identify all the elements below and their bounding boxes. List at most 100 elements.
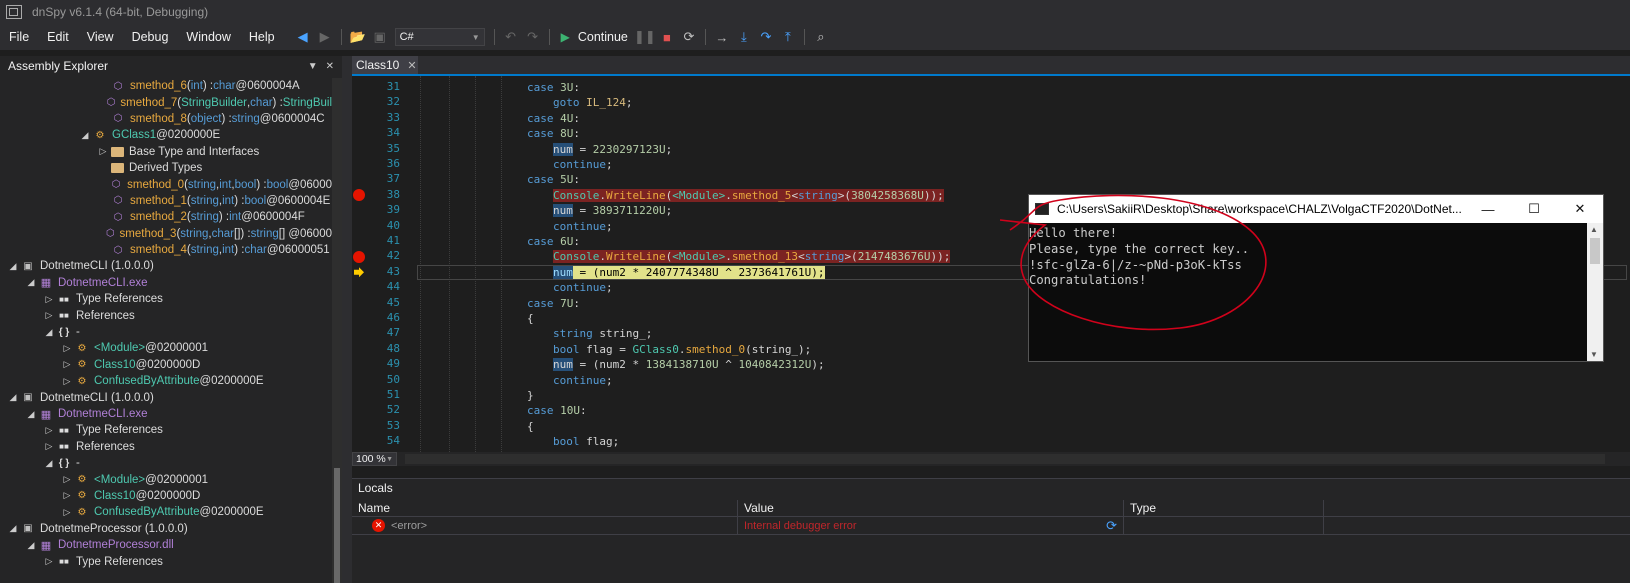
code-line[interactable]: Console.WriteLine(<Module>.smethod_13<st… bbox=[553, 249, 951, 264]
code-line[interactable]: case 4U: bbox=[527, 111, 580, 126]
pause-icon[interactable]: ❚❚ bbox=[634, 26, 656, 48]
breakpoint-icon[interactable] bbox=[353, 189, 365, 202]
expanded-arrow-icon[interactable]: ◢ bbox=[26, 540, 36, 551]
code-line[interactable]: bool flag; bbox=[553, 434, 619, 449]
tree-node[interactable]: ⬡ smethod_6(int) : char @0600004A bbox=[0, 78, 332, 94]
code-line[interactable]: case 10U: bbox=[527, 403, 587, 418]
collapsed-arrow-icon[interactable]: ▷ bbox=[62, 376, 72, 387]
refresh-icon[interactable]: ⟳ bbox=[1106, 518, 1117, 534]
tree-node[interactable]: ⬡ smethod_7(StringBuilder, char) : String… bbox=[0, 94, 332, 110]
search-icon[interactable]: ⌕ bbox=[810, 26, 832, 48]
maximize-icon[interactable]: ☐ bbox=[1511, 195, 1557, 223]
tree-node[interactable]: ▷ ■■ Type References bbox=[0, 553, 332, 569]
expanded-arrow-icon[interactable]: ◢ bbox=[8, 523, 18, 534]
step-over-icon[interactable]: ↷ bbox=[755, 26, 777, 48]
save-all-icon[interactable]: ▣ bbox=[369, 26, 391, 48]
code-line[interactable]: case 7U: bbox=[527, 296, 580, 311]
column-header-type[interactable]: Type bbox=[1124, 500, 1324, 516]
panel-splitter[interactable] bbox=[342, 56, 352, 583]
tree-node[interactable]: ▷ ■■ References bbox=[0, 439, 332, 455]
tree-node[interactable]: ◢ ▦ DotnetmeCLI.exe bbox=[0, 406, 332, 422]
step-out-icon[interactable]: ⤒ bbox=[777, 26, 799, 48]
expanded-arrow-icon[interactable]: ◢ bbox=[26, 409, 36, 420]
collapsed-arrow-icon[interactable]: ▷ bbox=[44, 556, 54, 567]
collapsed-arrow-icon[interactable]: ▷ bbox=[44, 294, 54, 305]
minimize-icon[interactable]: — bbox=[1465, 195, 1511, 223]
expanded-arrow-icon[interactable]: ◢ bbox=[44, 458, 54, 469]
tree-node[interactable]: ⬡ smethod_4(string, int) : char @06000051 bbox=[0, 242, 332, 258]
code-line[interactable]: continue; bbox=[553, 157, 613, 172]
tree-node[interactable]: ◢ { } - bbox=[0, 455, 332, 471]
console-output[interactable]: Hello there! Please, type the correct ke… bbox=[1029, 223, 1589, 361]
editor-horizontal-scrollbar[interactable] bbox=[405, 454, 1605, 464]
close-icon[interactable]: ✕ bbox=[1557, 195, 1603, 223]
code-line[interactable]: { bbox=[527, 419, 534, 434]
tree-node[interactable]: ◢ ▣ DotnetmeCLI (1.0.0.0) bbox=[0, 258, 332, 274]
menu-help[interactable]: Help bbox=[240, 24, 284, 50]
expanded-arrow-icon[interactable]: ◢ bbox=[8, 392, 18, 403]
tree-node[interactable]: ▷ ■■ Type References bbox=[0, 291, 332, 307]
collapsed-arrow-icon[interactable]: ▷ bbox=[44, 425, 54, 436]
code-line[interactable]: num = 3893711220U; bbox=[553, 203, 672, 218]
column-header-name[interactable]: Name bbox=[352, 500, 738, 516]
close-tab-icon[interactable]: ✕ bbox=[407, 59, 416, 72]
menu-debug[interactable]: Debug bbox=[123, 24, 178, 50]
code-line[interactable]: continue; bbox=[553, 280, 613, 295]
tree-node[interactable]: ▷ ■■ References bbox=[0, 307, 332, 323]
language-select[interactable]: C# ▼ bbox=[394, 28, 485, 46]
tree-node[interactable]: ◢ ▦ DotnetmeProcessor.dll bbox=[0, 537, 332, 553]
menu-view[interactable]: View bbox=[78, 24, 123, 50]
panel-menu-icon[interactable]: ▼ bbox=[308, 61, 318, 72]
tree-node[interactable]: ▷ ⚙ ConfusedByAttribute @0200000E bbox=[0, 504, 332, 520]
tree-node[interactable]: ⬡ smethod_1(string, int) : bool @0600004E bbox=[0, 193, 332, 209]
tree-node[interactable]: ◢ ▣ DotnetmeProcessor (1.0.0.0) bbox=[0, 521, 332, 537]
menu-window[interactable]: Window bbox=[177, 24, 239, 50]
open-file-icon[interactable]: 📂 bbox=[347, 26, 369, 48]
collapsed-arrow-icon[interactable]: ▷ bbox=[44, 310, 54, 321]
code-line[interactable]: num = 2230297123U; bbox=[553, 142, 672, 157]
scrollbar-thumb[interactable] bbox=[1590, 238, 1600, 264]
code-line[interactable]: continue; bbox=[553, 219, 613, 234]
tree-node[interactable]: Derived Types bbox=[0, 160, 332, 176]
tree-node[interactable]: ◢ { } - bbox=[0, 324, 332, 340]
navigate-forward-icon[interactable]: ▶ bbox=[314, 26, 336, 48]
tree-node[interactable]: ▷ ⚙ <Module> @02000001 bbox=[0, 471, 332, 487]
tree-node[interactable]: ◢ ⚙ GClass1 @0200000E bbox=[0, 127, 332, 143]
expanded-arrow-icon[interactable]: ◢ bbox=[26, 277, 36, 288]
code-line[interactable]: string string_; bbox=[553, 326, 652, 341]
code-line[interactable]: case 3U: bbox=[527, 80, 580, 95]
code-line[interactable]: Console.WriteLine(<Module>.smethod_5<str… bbox=[553, 188, 944, 203]
scroll-up-icon[interactable]: ▲ bbox=[1590, 225, 1598, 234]
tree-node[interactable]: ⬡ smethod_8(object) : string @0600004C bbox=[0, 111, 332, 127]
column-header-value[interactable]: Value bbox=[738, 500, 1124, 516]
menu-edit[interactable]: Edit bbox=[38, 24, 78, 50]
explorer-scrollbar[interactable] bbox=[332, 78, 342, 583]
collapsed-arrow-icon[interactable]: ▷ bbox=[62, 343, 72, 354]
restart-icon[interactable]: ⟳ bbox=[678, 26, 700, 48]
code-line[interactable]: { bbox=[527, 311, 534, 326]
code-line[interactable]: case 6U: bbox=[527, 234, 580, 249]
continue-button[interactable]: ▶ Continue bbox=[555, 30, 634, 44]
code-line[interactable]: num = (num2 * 1384138710U ^ 1040842312U)… bbox=[553, 357, 825, 372]
console-window[interactable]: C:\Users\SakiiR\Desktop\Share\workspace\… bbox=[1028, 194, 1604, 362]
stop-icon[interactable]: ■ bbox=[656, 26, 678, 48]
code-line[interactable]: } bbox=[527, 388, 534, 403]
zoom-select[interactable]: 100 % ▼ bbox=[352, 452, 397, 466]
undo-icon[interactable]: ↶ bbox=[500, 26, 522, 48]
assembly-tree[interactable]: ⬡ smethod_6(int) : char @0600004A ⬡ smethod… bbox=[0, 78, 332, 583]
console-scrollbar[interactable]: ▲ ▼ bbox=[1587, 223, 1603, 361]
console-title-bar[interactable]: C:\Users\SakiiR\Desktop\Share\workspace\… bbox=[1029, 195, 1603, 223]
collapsed-arrow-icon[interactable]: ▷ bbox=[62, 490, 72, 501]
tree-node[interactable]: ▷ ⚙ <Module> @02000001 bbox=[0, 340, 332, 356]
tree-node[interactable]: ▷ ⚙ Class10 @0200000D bbox=[0, 488, 332, 504]
locals-row[interactable]: ✕ <error> Internal debugger error ⟳ bbox=[352, 517, 1630, 535]
scroll-down-icon[interactable]: ▼ bbox=[1590, 350, 1598, 359]
tree-node[interactable]: ⬡ smethod_0(string, int, bool) : bool @06… bbox=[0, 176, 332, 192]
menu-file[interactable]: File bbox=[0, 24, 38, 50]
tree-node[interactable]: ⬡ smethod_2(string) : int @0600004F bbox=[0, 209, 332, 225]
redo-icon[interactable]: ↷ bbox=[522, 26, 544, 48]
code-line[interactable]: case 8U: bbox=[527, 126, 580, 141]
expanded-arrow-icon[interactable]: ◢ bbox=[44, 327, 54, 338]
tree-node[interactable]: ⬡ smethod_3(string, char[]) : string[] @0… bbox=[0, 226, 332, 242]
code-line[interactable]: goto IL_124; bbox=[553, 95, 633, 110]
